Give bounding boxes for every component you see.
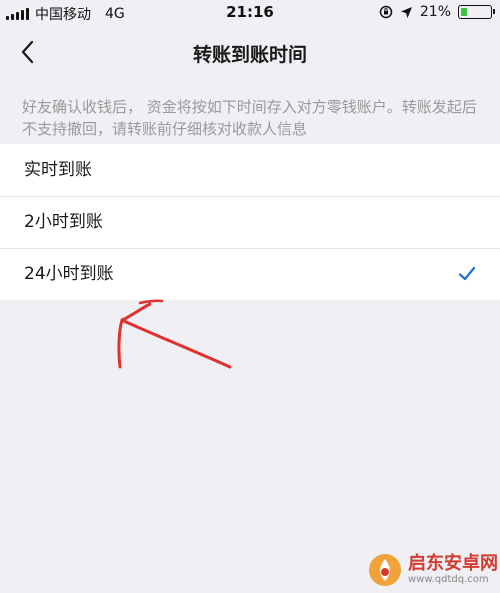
option-24-hours[interactable]: 24小时到账 [0,248,500,300]
orientation-lock-icon [379,5,393,19]
status-bar: 中国移动 4G 21:16 21% [0,0,500,26]
nav-bar: 转账到账时间 [0,26,500,80]
location-arrow-icon [400,6,412,18]
watermark: 启东安卓网 www.qdtdq.com [368,553,498,587]
option-realtime[interactable]: 实时到账 [0,144,500,196]
watermark-name: 启东安卓网 [408,553,498,574]
status-right: 21% [379,4,495,20]
option-label: 2小时到账 [24,212,103,232]
option-label: 实时到账 [24,160,92,180]
option-label: 24小时到账 [24,264,114,284]
battery-fill [461,8,467,16]
battery-icon [458,5,495,19]
watermark-url: www.qdtdq.com [408,574,489,585]
annotation-arrow [117,299,232,369]
checkmark-icon [458,266,476,281]
option-2-hours[interactable]: 2小时到账 [0,196,500,248]
battery-percent: 21% [419,4,451,20]
transfer-notice: 好友确认收钱后， 资金将按如下时间存入对方零钱账户。转账发起后不支持撤回，请转账… [22,98,477,138]
arrival-time-options: 实时到账 2小时到账 24小时到账 [0,144,500,300]
watermark-text: 启东安卓网 www.qdtdq.com [408,554,498,586]
watermark-logo-icon [369,554,401,586]
page-title: 转账到账时间 [192,44,307,66]
